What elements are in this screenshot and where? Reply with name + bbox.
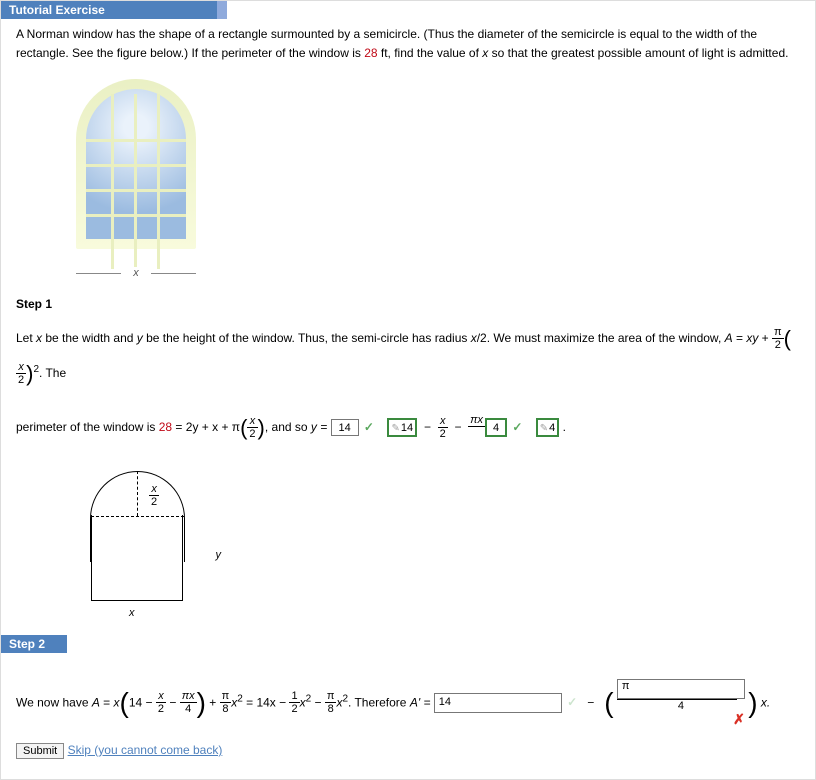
tutorial-exercise-header: Tutorial Exercise (1, 1, 227, 19)
step2-header: Step 2 (1, 635, 67, 653)
checkmark-icon: ✓ (512, 418, 522, 437)
step1-text: . The (39, 366, 66, 380)
y-eq: y = (311, 420, 331, 434)
frac-pix-4: πx4 (180, 690, 197, 715)
var-A: A (725, 330, 733, 344)
eq14x: = 14x − (243, 695, 290, 709)
diag-r-den: 2 (149, 496, 159, 508)
step2-text: We now have (16, 695, 92, 709)
submit-button[interactable]: Submit (16, 743, 64, 759)
skip-link[interactable]: Skip (you cannot come back) (68, 743, 223, 757)
eq: = (733, 330, 747, 344)
diag-y: y (216, 549, 222, 561)
step1-text: be the height of the window. Thus, the s… (143, 330, 471, 344)
figure-x-label: x (129, 267, 143, 279)
pix-over: πx (468, 415, 485, 427)
perimeter-eq: = 2y + x + π (172, 420, 240, 434)
step1-text: /2. We must maximize the area of the win… (477, 330, 725, 344)
tail-x: x. (761, 695, 770, 709)
answer-box-aprime-2-num[interactable]: π (617, 679, 745, 699)
ans-14: 14 (401, 422, 413, 434)
answer-box-aprime-1[interactable]: 14 (434, 693, 562, 713)
answer-box-4a[interactable]: 4 (485, 418, 507, 437)
checkmark-faded-icon: ✓ (567, 693, 577, 712)
step2-content: We now have A = x(14 − x2 − πx4) + π8x2 … (1, 653, 815, 733)
problem-text-3: so that the greatest possible amount of … (488, 46, 788, 60)
denom-4: 4 (617, 700, 745, 712)
frac-x-2: x2 (247, 415, 257, 440)
checkmark-icon: ✓ (364, 418, 374, 437)
step1-text: perimeter of the window is (16, 420, 159, 434)
step1-text: Let (16, 330, 36, 344)
step1-content: Let x be the width and y be the height o… (1, 315, 815, 452)
perimeter-value: 28 (364, 46, 377, 60)
answer-box-y-14[interactable]: 14 (331, 419, 359, 436)
frac-pi-8b: π8 (325, 690, 337, 715)
step1-diagram: x2 y x (91, 471, 201, 601)
squared: 2 (306, 693, 312, 704)
frac-1-2: 12 (289, 690, 299, 715)
ans-4: 4 (549, 422, 555, 434)
frac-x-2: x2 (156, 690, 166, 715)
pencil-icon: ✎ (392, 423, 400, 434)
problem-statement: A Norman window has the shape of a recta… (1, 19, 815, 69)
A-prime: A' = (410, 695, 434, 709)
norman-window-figure: x (71, 79, 201, 279)
eq: = (100, 695, 114, 709)
frac-pi-8: π8 (220, 690, 232, 715)
perimeter-value: 28 (159, 420, 172, 434)
xy: xy (746, 330, 758, 344)
answer-box-4b[interactable]: ✎4 (536, 418, 560, 437)
diag-r-num: x (149, 483, 159, 496)
step1-heading: Step 1 (16, 297, 52, 311)
ans-4: 4 (493, 422, 499, 434)
frac-x-2: x2 (16, 361, 26, 386)
step2-text: . Therefore (348, 695, 410, 709)
pencil-icon: ✎ (540, 423, 548, 434)
var-A: A (92, 695, 100, 709)
x-mark-icon: ✗ (621, 712, 745, 727)
const-14: 14 (129, 695, 142, 709)
diag-x: x (129, 607, 135, 619)
step1-text: , and so (265, 420, 311, 434)
frac-x-2: x2 (438, 415, 448, 440)
frac-pi-2: π2 (772, 326, 784, 351)
answer-box-14b[interactable]: ✎14 (387, 418, 417, 437)
problem-text-2: ft, find the value of (378, 46, 483, 60)
step1-text: be the width and (42, 330, 137, 344)
